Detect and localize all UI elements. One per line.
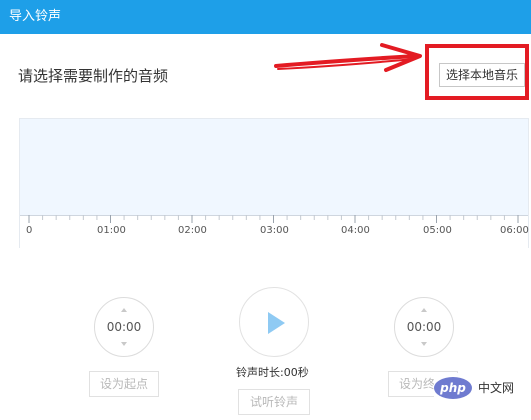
window-title: 导入铃声 — [9, 9, 62, 24]
time-label: 04:00 — [341, 225, 370, 236]
select-audio-prompt: 请选择需要制作的音频 — [18, 67, 169, 85]
end-time-value: 00:00 — [406, 320, 442, 334]
end-time-dial[interactable]: 00:00 — [394, 297, 454, 357]
time-label: 01:00 — [97, 225, 126, 236]
play-icon — [268, 312, 285, 334]
decrement-down-icon[interactable] — [121, 342, 127, 346]
set-start-button[interactable]: 设为起点 — [89, 371, 159, 397]
ringtone-duration: 铃声时长:00秒 — [236, 366, 309, 379]
increment-up-icon[interactable] — [421, 308, 427, 312]
start-time-dial[interactable]: 00:00 — [94, 297, 154, 357]
preview-ringtone-button[interactable]: 试听铃声 — [238, 389, 310, 415]
title-bar: 导入铃声 — [0, 0, 531, 34]
time-label: 02:00 — [178, 225, 207, 236]
time-label: 03:00 — [260, 225, 289, 236]
watermark-text: 中文网 — [478, 381, 515, 395]
waveform-area[interactable] — [20, 119, 528, 215]
decrement-down-icon[interactable] — [421, 342, 427, 346]
watermark: php 中文网 — [434, 373, 531, 403]
start-time-value: 00:00 — [106, 320, 142, 334]
waveform-panel[interactable]: 0 01:00 02:00 03:00 04:00 05:00 06:00 — [19, 118, 529, 248]
php-logo: php — [434, 377, 472, 399]
increment-up-icon[interactable] — [121, 308, 127, 312]
time-label: 0 — [26, 225, 33, 236]
timeline-ruler: 0 01:00 02:00 03:00 04:00 05:00 06:00 — [20, 215, 529, 248]
time-label: 06:00 — [500, 225, 529, 236]
play-button[interactable] — [239, 287, 309, 357]
choose-local-music-button[interactable]: 选择本地音乐 — [439, 63, 525, 87]
time-label: 05:00 — [423, 225, 452, 236]
annotation-arrow — [274, 43, 422, 72]
